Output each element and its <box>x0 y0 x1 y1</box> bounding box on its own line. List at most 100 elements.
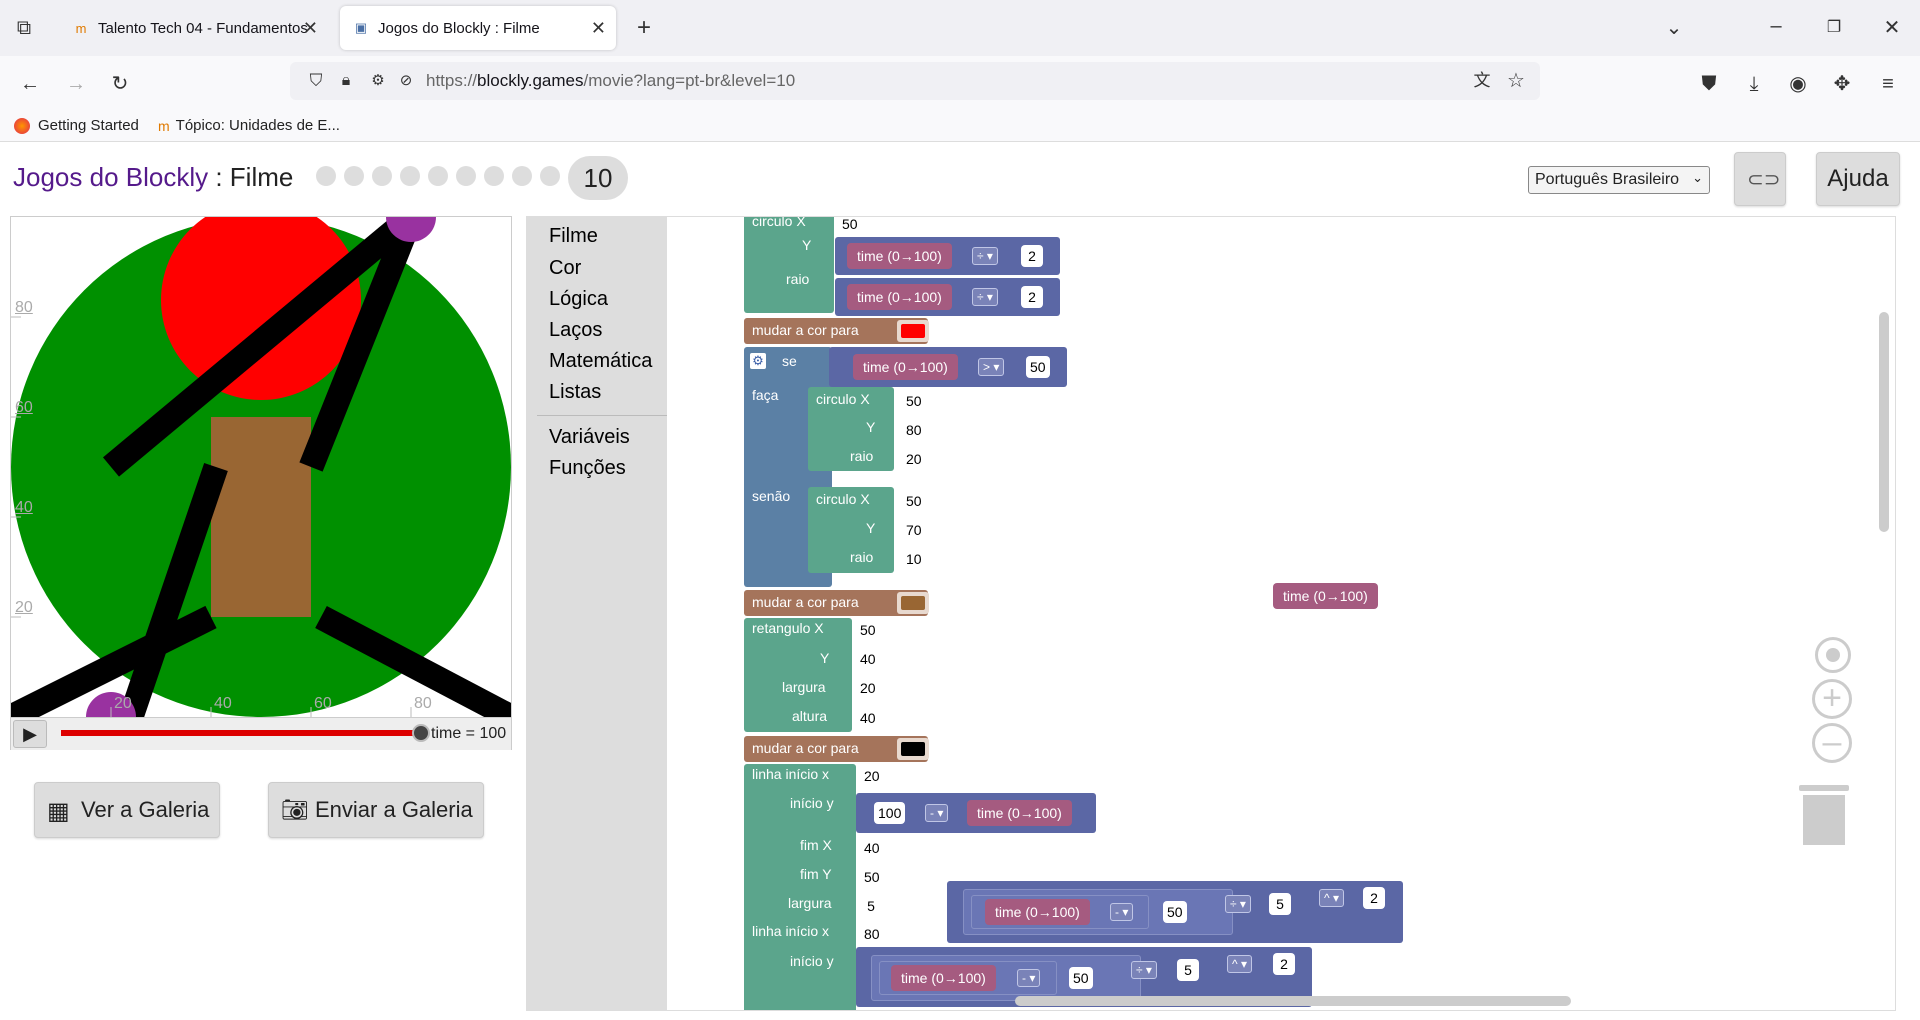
menu-icon[interactable]: ≡ <box>1872 68 1904 100</box>
new-tab-icon[interactable]: + <box>628 12 660 44</box>
number-field[interactable]: 50 <box>860 866 884 888</box>
number-field[interactable]: 50 <box>902 390 926 412</box>
number-field[interactable]: 2 <box>1273 953 1295 975</box>
circle-block-2[interactable]: circulo X Y raio <box>808 387 894 471</box>
loose-time-block[interactable]: time (0→100) <box>1273 583 1378 609</box>
level-dot-1[interactable] <box>316 166 336 186</box>
operator-dropdown[interactable]: ÷ ▾ <box>1225 895 1251 913</box>
number-field[interactable]: 50 <box>838 217 862 235</box>
tab-blockly[interactable]: ▣ Jogos do Blockly : Filme ✕ <box>340 6 616 50</box>
reload-icon[interactable]: ↻ <box>104 68 136 100</box>
star-icon[interactable]: ☆ <box>1500 65 1532 97</box>
close-tab-icon[interactable]: ✕ <box>591 18 606 39</box>
time-block[interactable]: time (0→100) <box>967 800 1072 826</box>
number-field[interactable]: 40 <box>856 707 880 729</box>
toolbox-listas[interactable]: Listas <box>549 381 601 404</box>
url-text[interactable]: https://blockly.games/movie?lang=pt-br&l… <box>426 71 795 91</box>
minimize-icon[interactable]: – <box>1760 10 1792 42</box>
lock-icon[interactable]: 🔒︎ <box>330 65 362 97</box>
time-slider-knob[interactable] <box>412 724 430 742</box>
view-gallery-button[interactable]: ▦ Ver a Galeria <box>34 782 220 838</box>
number-field[interactable]: 50 <box>902 490 926 512</box>
number-field[interactable]: 100 <box>874 802 906 824</box>
zoom-in-button[interactable]: + <box>1812 679 1852 719</box>
operator-dropdown[interactable]: - ▾ <box>1017 969 1041 987</box>
number-field[interactable]: 20 <box>856 677 880 699</box>
circle-block-3[interactable]: circulo X Y raio <box>808 487 894 573</box>
number-field[interactable]: 40 <box>860 837 884 859</box>
help-button[interactable]: Ajuda <box>1816 152 1900 206</box>
level-dot-8[interactable] <box>512 166 532 186</box>
blockly-games-link[interactable]: Jogos do Blockly <box>13 162 208 192</box>
color-swatch-red[interactable] <box>901 324 925 338</box>
level-dot-9[interactable] <box>540 166 560 186</box>
number-field[interactable]: 2 <box>1363 887 1385 909</box>
link-button[interactable]: ⊂⊃ <box>1734 152 1786 206</box>
level-dot-2[interactable] <box>344 166 364 186</box>
time-block[interactable]: time (0→100) <box>853 354 958 380</box>
number-field[interactable]: 70 <box>902 519 926 541</box>
number-field[interactable]: 10 <box>902 548 926 570</box>
operator-dropdown[interactable]: ÷ ▾ <box>972 247 998 265</box>
number-field[interactable]: 50 <box>1163 901 1187 923</box>
time-block[interactable]: time (0→100) <box>847 284 952 310</box>
rectangle-block[interactable]: retangulo X Y largura altura <box>744 618 852 732</box>
operator-dropdown[interactable]: - ▾ <box>925 804 949 822</box>
toolbox-funcoes[interactable]: Funções <box>549 457 626 480</box>
number-field[interactable]: 40 <box>856 648 880 670</box>
zoom-out-button[interactable]: – <box>1812 723 1852 763</box>
language-select[interactable]: Português Brasileiro ⌄ <box>1528 166 1710 194</box>
translate-icon[interactable]: 文 <box>1466 65 1498 97</box>
tracking-icon[interactable]: ⊘ <box>390 65 422 97</box>
gear-icon[interactable]: ⚙ <box>750 353 766 369</box>
bookmark-getting-started[interactable]: Getting Started <box>14 117 139 134</box>
pocket-icon[interactable]: ⛊ <box>1693 68 1725 100</box>
forward-icon[interactable]: → <box>60 68 92 100</box>
operator-dropdown[interactable]: ÷ ▾ <box>1131 961 1157 979</box>
number-field[interactable]: 20 <box>902 448 926 470</box>
chevron-down-icon[interactable]: ⌄ <box>1658 12 1690 44</box>
operator-dropdown[interactable]: > ▾ <box>978 358 1005 376</box>
back-icon[interactable]: ← <box>14 68 46 100</box>
recenter-button[interactable] <box>1815 637 1851 673</box>
level-dot-3[interactable] <box>372 166 392 186</box>
number-field[interactable]: 5 <box>1177 959 1199 981</box>
level-dot-6[interactable] <box>456 166 476 186</box>
circle-block-1[interactable]: circulo X Y raio <box>744 217 834 313</box>
restore-icon[interactable]: ❐ <box>1818 12 1850 44</box>
color-swatch-black[interactable] <box>901 742 925 756</box>
number-field[interactable]: 50 <box>856 619 880 641</box>
close-tab-icon[interactable]: ✕ <box>303 18 318 39</box>
operator-dropdown[interactable]: ÷ ▾ <box>972 288 998 306</box>
shield-icon[interactable]: ⛉ <box>300 65 332 97</box>
time-block[interactable]: time (0→100) <box>891 965 996 991</box>
number-field[interactable]: 80 <box>860 923 884 945</box>
number-field[interactable]: 80 <box>902 419 926 441</box>
toolbox-variaveis[interactable]: Variáveis <box>549 426 630 449</box>
horizontal-scrollbar[interactable] <box>1015 996 1571 1006</box>
blockly-workspace[interactable]: Filme Cor Lógica Laços Matemática Listas… <box>526 216 1896 1011</box>
tab-talento[interactable]: m Talento Tech 04 - Fundamentos ✕ <box>60 6 328 50</box>
time-block[interactable]: time (0→100) <box>847 243 952 269</box>
level-dot-7[interactable] <box>484 166 504 186</box>
submit-gallery-button[interactable]: 📷︎ Enviar a Galeria <box>268 782 484 838</box>
time-slider[interactable] <box>61 724 430 742</box>
time-block[interactable]: time (0→100) <box>985 899 1090 925</box>
trash-can[interactable] <box>1799 777 1849 847</box>
number-field[interactable]: 50 <box>1026 356 1050 378</box>
operator-dropdown[interactable]: ^ ▾ <box>1319 889 1344 907</box>
level-current[interactable]: 10 <box>568 156 628 200</box>
close-window-icon[interactable]: ✕ <box>1876 12 1908 44</box>
extensions-icon[interactable]: ✥ <box>1826 68 1858 100</box>
level-dot-4[interactable] <box>400 166 420 186</box>
number-field[interactable]: 50 <box>1069 967 1093 989</box>
level-dot-5[interactable] <box>428 166 448 186</box>
operator-dropdown[interactable]: ^ ▾ <box>1227 955 1252 973</box>
toolbox-lacos[interactable]: Laços <box>549 319 602 342</box>
account-icon[interactable]: ◉ <box>1782 68 1814 100</box>
number-field[interactable]: 2 <box>1021 286 1043 308</box>
number-field[interactable]: 2 <box>1021 245 1043 267</box>
line-block-1[interactable]: linha início x início y fim X fim Y larg… <box>744 764 856 1010</box>
toolbox-matematica[interactable]: Matemática <box>549 350 652 373</box>
number-field[interactable]: 20 <box>860 765 884 787</box>
